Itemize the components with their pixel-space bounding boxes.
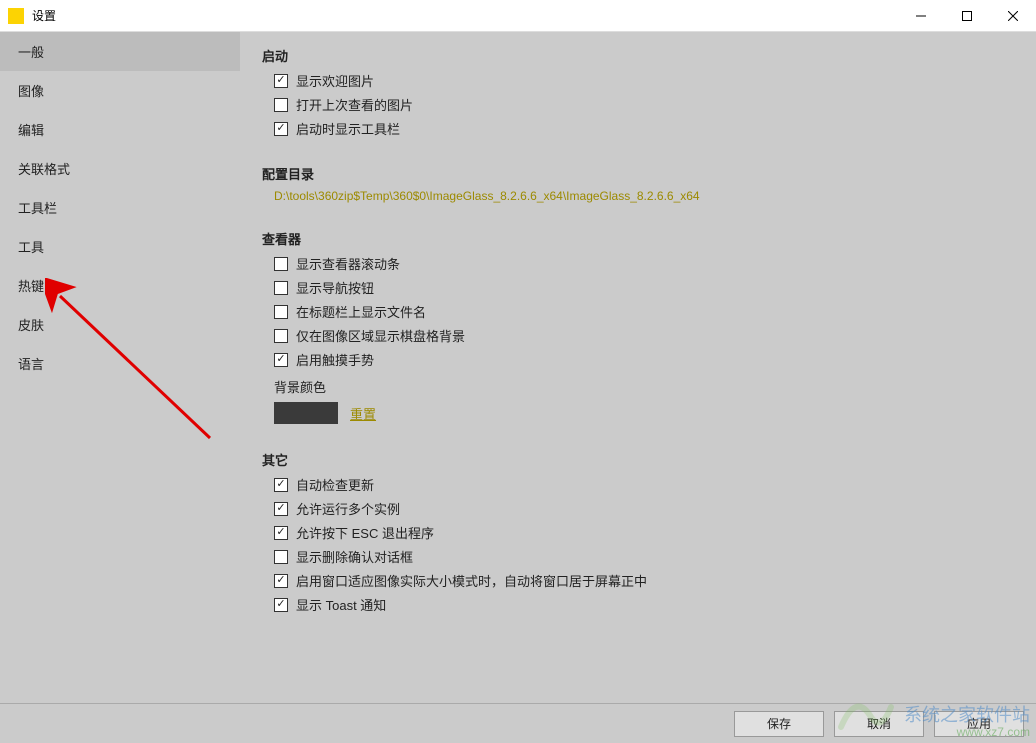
bg-color-row: 重置 bbox=[274, 402, 1014, 424]
close-button[interactable] bbox=[990, 0, 1036, 32]
others-checkbox-3[interactable] bbox=[274, 550, 288, 564]
startup-row-2: 启动时显示工具栏 bbox=[274, 119, 1014, 138]
group-viewer: 查看器 显示查看器滚动条显示导航按钮在标题栏上显示文件名仅在图像区域显示棋盘格背… bbox=[262, 229, 1014, 424]
sidebar: 一般图像编辑关联格式工具栏工具热键皮肤语言 bbox=[0, 32, 240, 703]
startup-label-2: 启动时显示工具栏 bbox=[296, 119, 400, 138]
others-row-0: 自动检查更新 bbox=[274, 475, 1014, 494]
others-row-4: 启用窗口适应图像实际大小模式时，自动将窗口居于屏幕正中 bbox=[274, 571, 1014, 590]
app-icon bbox=[8, 8, 24, 24]
group-others: 其它 自动检查更新允许运行多个实例允许按下 ESC 退出程序显示删除确认对话框启… bbox=[262, 450, 1014, 614]
sidebar-item-0[interactable]: 一般 bbox=[0, 32, 240, 71]
viewer-checkbox-3[interactable] bbox=[274, 329, 288, 343]
sidebar-item-1[interactable]: 图像 bbox=[0, 71, 240, 110]
viewer-checkbox-4[interactable] bbox=[274, 353, 288, 367]
window-controls bbox=[898, 0, 1036, 32]
settings-window: 设置 一般图像编辑关联格式工具栏工具热键皮肤语言 启动 显示欢迎图片打开上次查看… bbox=[0, 0, 1036, 743]
titlebar: 设置 bbox=[0, 0, 1036, 32]
viewer-row-1: 显示导航按钮 bbox=[274, 278, 1014, 297]
body: 一般图像编辑关联格式工具栏工具热键皮肤语言 启动 显示欢迎图片打开上次查看的图片… bbox=[0, 32, 1036, 703]
sidebar-item-3[interactable]: 关联格式 bbox=[0, 149, 240, 188]
others-label-3: 显示删除确认对话框 bbox=[296, 547, 413, 566]
others-row-5: 显示 Toast 通知 bbox=[274, 595, 1014, 614]
others-label-1: 允许运行多个实例 bbox=[296, 499, 400, 518]
bg-color-label: 背景颜色 bbox=[274, 377, 1014, 396]
others-row-2: 允许按下 ESC 退出程序 bbox=[274, 523, 1014, 542]
viewer-checkbox-2[interactable] bbox=[274, 305, 288, 319]
others-label-4: 启用窗口适应图像实际大小模式时，自动将窗口居于屏幕正中 bbox=[296, 571, 647, 590]
sidebar-item-6[interactable]: 热键 bbox=[0, 266, 240, 305]
startup-label-1: 打开上次查看的图片 bbox=[296, 95, 413, 114]
sidebar-item-2[interactable]: 编辑 bbox=[0, 110, 240, 149]
others-label-5: 显示 Toast 通知 bbox=[296, 595, 386, 614]
sidebar-item-5[interactable]: 工具 bbox=[0, 227, 240, 266]
startup-row-0: 显示欢迎图片 bbox=[274, 71, 1014, 90]
apply-button[interactable]: 应用 bbox=[934, 711, 1024, 737]
reset-link[interactable]: 重置 bbox=[350, 404, 376, 423]
sidebar-item-7[interactable]: 皮肤 bbox=[0, 305, 240, 344]
others-checkbox-0[interactable] bbox=[274, 478, 288, 492]
viewer-label-1: 显示导航按钮 bbox=[296, 278, 374, 297]
viewer-label-0: 显示查看器滚动条 bbox=[296, 254, 400, 273]
others-checkbox-5[interactable] bbox=[274, 598, 288, 612]
others-checkbox-1[interactable] bbox=[274, 502, 288, 516]
save-button[interactable]: 保存 bbox=[734, 711, 824, 737]
viewer-label-2: 在标题栏上显示文件名 bbox=[296, 302, 426, 321]
sidebar-item-8[interactable]: 语言 bbox=[0, 344, 240, 383]
others-checkbox-4[interactable] bbox=[274, 574, 288, 588]
startup-checkbox-1[interactable] bbox=[274, 98, 288, 112]
viewer-label-4: 启用触摸手势 bbox=[296, 350, 374, 369]
startup-label-0: 显示欢迎图片 bbox=[296, 71, 374, 90]
viewer-checkbox-1[interactable] bbox=[274, 281, 288, 295]
content-panel: 启动 显示欢迎图片打开上次查看的图片启动时显示工具栏 配置目录 D:\tools… bbox=[240, 32, 1036, 703]
startup-checkbox-2[interactable] bbox=[274, 122, 288, 136]
footer: 保存 取消 应用 bbox=[0, 703, 1036, 743]
startup-checkbox-0[interactable] bbox=[274, 74, 288, 88]
viewer-label-3: 仅在图像区域显示棋盘格背景 bbox=[296, 326, 465, 345]
others-label-0: 自动检查更新 bbox=[296, 475, 374, 494]
config-path[interactable]: D:\tools\360zip$Temp\360$0\ImageGlass_8.… bbox=[274, 189, 1014, 203]
group-title-viewer: 查看器 bbox=[262, 229, 1014, 248]
bg-color-swatch[interactable] bbox=[274, 402, 338, 424]
others-row-1: 允许运行多个实例 bbox=[274, 499, 1014, 518]
group-title-others: 其它 bbox=[262, 450, 1014, 469]
others-label-2: 允许按下 ESC 退出程序 bbox=[296, 523, 434, 542]
group-configdir: 配置目录 D:\tools\360zip$Temp\360$0\ImageGla… bbox=[262, 164, 1014, 203]
viewer-row-2: 在标题栏上显示文件名 bbox=[274, 302, 1014, 321]
window-title: 设置 bbox=[32, 7, 898, 24]
startup-row-1: 打开上次查看的图片 bbox=[274, 95, 1014, 114]
viewer-row-4: 启用触摸手势 bbox=[274, 350, 1014, 369]
viewer-row-0: 显示查看器滚动条 bbox=[274, 254, 1014, 273]
viewer-row-3: 仅在图像区域显示棋盘格背景 bbox=[274, 326, 1014, 345]
cancel-button[interactable]: 取消 bbox=[834, 711, 924, 737]
minimize-button[interactable] bbox=[898, 0, 944, 32]
others-checkbox-2[interactable] bbox=[274, 526, 288, 540]
group-title-startup: 启动 bbox=[262, 46, 1014, 65]
viewer-checkbox-0[interactable] bbox=[274, 257, 288, 271]
group-startup: 启动 显示欢迎图片打开上次查看的图片启动时显示工具栏 bbox=[262, 46, 1014, 138]
maximize-button[interactable] bbox=[944, 0, 990, 32]
group-title-configdir: 配置目录 bbox=[262, 164, 1014, 183]
sidebar-item-4[interactable]: 工具栏 bbox=[0, 188, 240, 227]
others-row-3: 显示删除确认对话框 bbox=[274, 547, 1014, 566]
